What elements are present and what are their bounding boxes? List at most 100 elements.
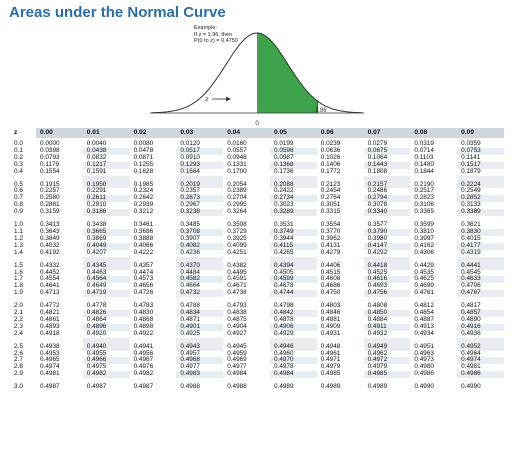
table-cell: 0.4988 bbox=[176, 378, 224, 392]
table-cell: 0.4986 bbox=[410, 370, 458, 379]
column-header: 0.02 bbox=[129, 128, 177, 138]
table-cell: 0.3365 bbox=[410, 208, 458, 217]
table-cell: 0.4441 bbox=[457, 256, 504, 270]
table-cell: 0.4981 bbox=[36, 370, 83, 379]
table-cell: 0.4738 bbox=[223, 289, 270, 298]
table-cell: 0.3315 bbox=[316, 208, 364, 217]
column-header: 0.05 bbox=[269, 128, 317, 138]
table-cell: 0.4767 bbox=[457, 289, 504, 298]
table-cell: 0.4192 bbox=[36, 249, 83, 257]
table-cell: 0.4929 bbox=[269, 330, 317, 338]
table-cell: 0.3340 bbox=[363, 208, 411, 217]
table-row: 1.9 0.4713 0.4719 0.4726 0.4732 0.4738 0.4744 0… bbox=[10, 289, 504, 298]
table-cell: 0.4357 bbox=[129, 256, 177, 270]
table-cell: 0.4989 bbox=[316, 378, 364, 392]
table-cell: 0.4986 bbox=[457, 370, 504, 379]
table-cell: 0.4382 bbox=[223, 256, 270, 270]
table-cell: 0.4984 bbox=[269, 370, 317, 379]
table-cell: 0.4982 bbox=[82, 370, 130, 379]
table-cell: 0.4932 bbox=[363, 330, 411, 338]
header-row: z 0.00 0.01 0.02 0.03 0.04 0.05 0.06 0.07 0.08 0.0… bbox=[10, 128, 504, 138]
table-cell: 0.4920 bbox=[82, 330, 130, 338]
table-cell: 0.3159 bbox=[36, 208, 83, 217]
table-cell: 0.4306 bbox=[410, 249, 458, 257]
table-cell: 0.1772 bbox=[316, 168, 364, 176]
table-cell: 0.4989 bbox=[269, 378, 317, 392]
table-cell: 0.1736 bbox=[269, 168, 317, 176]
column-header: 0.03 bbox=[176, 128, 224, 138]
z-row-label: 3.0 bbox=[14, 383, 23, 391]
table-cell: 0.1808 bbox=[363, 168, 411, 176]
table-cell: 0.4934 bbox=[410, 330, 458, 338]
z-row-label: 1.4 bbox=[14, 248, 23, 256]
table-cell: 0.4370 bbox=[176, 256, 224, 270]
table-cell: 0.4985 bbox=[363, 370, 411, 379]
table-cell: 0.4319 bbox=[457, 249, 504, 257]
table-cell: 0.4941 bbox=[129, 337, 177, 351]
table-cell: 0.4922 bbox=[129, 330, 177, 338]
table-cell: 0.1664 bbox=[176, 168, 224, 176]
table-row: 2.9 0.4981 0.4982 0.4982 0.4983 0.4984 0.4984 0… bbox=[10, 370, 504, 379]
table-cell: 0.4931 bbox=[316, 330, 364, 338]
column-header: 0.09 bbox=[457, 128, 504, 138]
table-cell: 0.4719 bbox=[82, 289, 130, 298]
table-cell: 0.1628 bbox=[129, 168, 177, 176]
table-cell: 0.4984 bbox=[223, 370, 270, 379]
column-header: 0.00 bbox=[36, 128, 83, 138]
table-cell: 0.3289 bbox=[269, 208, 317, 217]
table-cell: 0.4988 bbox=[223, 378, 270, 392]
table-row: 1.4 0.4192 0.4207 0.4222 0.4236 0.4251 0.4265 0… bbox=[10, 248, 504, 257]
table-cell: 0.4927 bbox=[223, 330, 270, 338]
arrow-right-icon bbox=[226, 96, 231, 102]
table-cell: 0.4207 bbox=[82, 249, 130, 257]
table-cell: 0.3264 bbox=[223, 208, 270, 217]
table-row: 0.9 0.3159 0.3186 0.3212 0.3238 0.3264 0.3289 0… bbox=[10, 208, 504, 217]
table-cell: 0.4332 bbox=[36, 256, 83, 270]
column-header: 0.06 bbox=[316, 128, 364, 138]
column-header: 0.01 bbox=[82, 128, 130, 138]
table-cell: 0.4265 bbox=[269, 249, 317, 257]
table-cell: 0.4222 bbox=[129, 249, 177, 257]
table-cell: 0.4925 bbox=[176, 330, 224, 338]
column-header: 0.08 bbox=[410, 128, 458, 138]
table-cell: 0.1700 bbox=[223, 168, 270, 176]
z-row-label: 2.4 bbox=[14, 329, 23, 337]
table-cell: 0.4987 bbox=[36, 378, 83, 392]
table-cell: 0.4713 bbox=[36, 289, 83, 298]
z-table: z 0.00 0.01 0.02 0.03 0.04 0.05 0.06 0.07 0.08 0.0… bbox=[10, 128, 504, 392]
table-cell: 0.4985 bbox=[316, 370, 364, 379]
table-cell: 0.4982 bbox=[129, 370, 177, 379]
table-cell: 0.3212 bbox=[129, 208, 177, 217]
table-cell: 0.3389 bbox=[457, 208, 504, 217]
table-cell: 0.3238 bbox=[176, 208, 224, 217]
column-header: 0.07 bbox=[363, 128, 411, 138]
table-cell: 0.4952 bbox=[457, 337, 504, 351]
table-cell: 0.4940 bbox=[82, 337, 130, 351]
table-row: 2.4 0.4918 0.4920 0.4922 0.4925 0.4927 0.4929 0… bbox=[10, 329, 504, 338]
table-cell: 0.4279 bbox=[316, 249, 364, 257]
area-label: 0.4750 bbox=[280, 44, 299, 50]
table-cell: 0.4756 bbox=[363, 289, 411, 298]
normal-curve-figure: 0.4750 0 1.96 z bbox=[150, 32, 364, 127]
table-cell: 0.1879 bbox=[457, 168, 504, 176]
table-row: 0.4 0.1554 0.1591 0.1628 0.1664 0.1700 0.1736 0… bbox=[10, 167, 504, 176]
table-cell: 0.4726 bbox=[129, 289, 177, 298]
table-cell: 0.4292 bbox=[363, 249, 411, 257]
z-row-label: 2.5 bbox=[14, 342, 23, 350]
table-cell: 0.4429 bbox=[410, 256, 458, 270]
z-row-label: 0.4 bbox=[14, 167, 23, 175]
table-cell: 0.4761 bbox=[410, 289, 458, 298]
table-cell: 0.4938 bbox=[36, 337, 83, 351]
z-row-label: 2.9 bbox=[14, 370, 23, 378]
table-cell: 0.4949 bbox=[363, 337, 411, 351]
table-cell: 0.4418 bbox=[363, 256, 411, 270]
zero-label: 0 bbox=[255, 121, 259, 127]
z-row-label: 1.9 bbox=[14, 289, 23, 297]
column-header: 0.04 bbox=[223, 128, 270, 138]
z-row-label: 0.9 bbox=[14, 208, 23, 216]
table-cell: 0.1844 bbox=[410, 168, 458, 176]
table-cell: 0.4989 bbox=[363, 378, 411, 392]
table-cell: 0.4948 bbox=[316, 337, 364, 351]
table-row: 2.5 0.4938 0.4940 0.4941 0.4943 0.4945 0.4946 0… bbox=[10, 337, 504, 351]
table-cell: 0.1591 bbox=[82, 168, 130, 176]
